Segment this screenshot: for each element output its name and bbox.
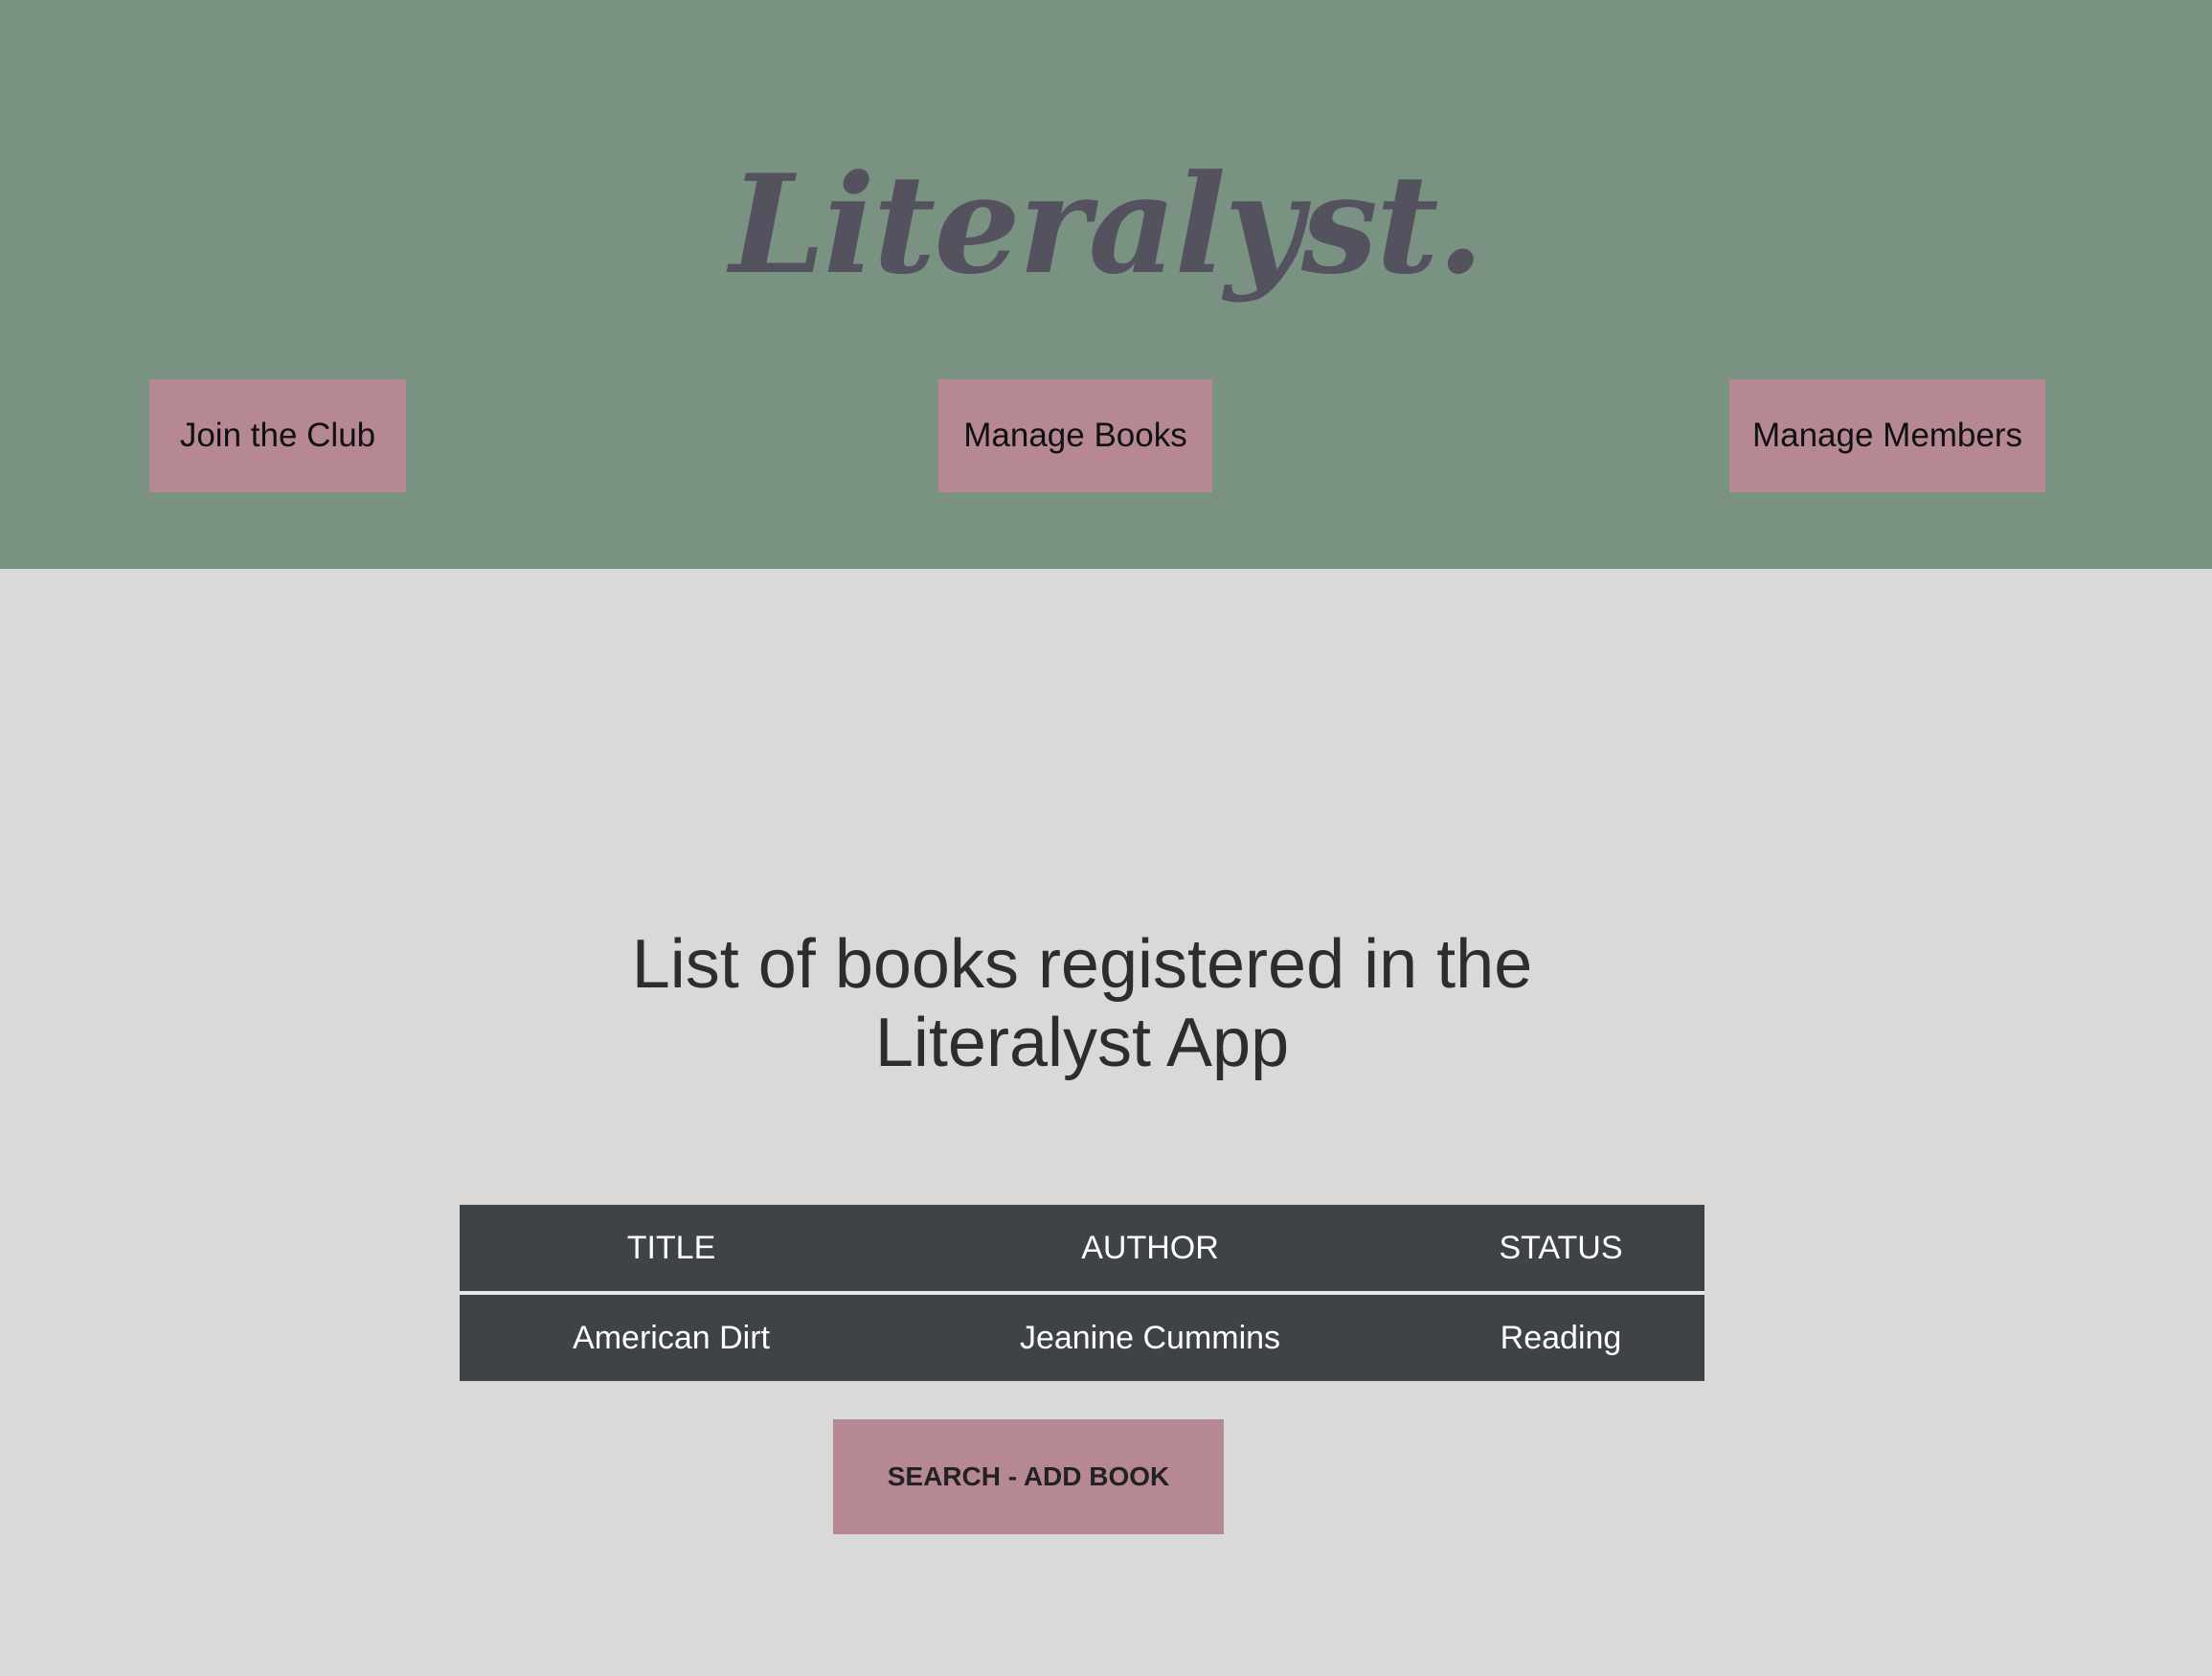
site-header: Literalyst. Join the Club Manage Books M… xyxy=(0,0,2212,569)
join-club-button[interactable]: Join the Club xyxy=(149,379,406,492)
manage-books-button[interactable]: Manage Books xyxy=(938,379,1212,492)
manage-members-button[interactable]: Manage Members xyxy=(1729,379,2045,492)
column-header-status: STATUS xyxy=(1417,1205,1704,1295)
page-title-line-2: Literalyst App xyxy=(874,1005,1290,1081)
column-header-author: AUTHOR xyxy=(883,1205,1417,1295)
app-logo[interactable]: Literalyst. xyxy=(0,134,2212,316)
table-header-row: TITLE AUTHOR STATUS xyxy=(460,1205,1704,1295)
search-add-book-button[interactable]: SEARCH - ADD BOOK xyxy=(833,1419,1224,1534)
page-title-line-1: List of books registered in the xyxy=(631,926,1533,1003)
page-title: List of books registered in the Literaly… xyxy=(0,925,2164,1082)
column-header-title: TITLE xyxy=(460,1205,883,1295)
table-row: American Dirt Jeanine Cummins Reading xyxy=(460,1293,1704,1381)
cell-author: Jeanine Cummins xyxy=(1019,1319,1281,1356)
cell-status: Reading xyxy=(1500,1319,1622,1356)
cell-title: American Dirt xyxy=(573,1319,770,1356)
books-table: TITLE AUTHOR STATUS American Dirt Jeanin… xyxy=(460,1205,1704,1381)
